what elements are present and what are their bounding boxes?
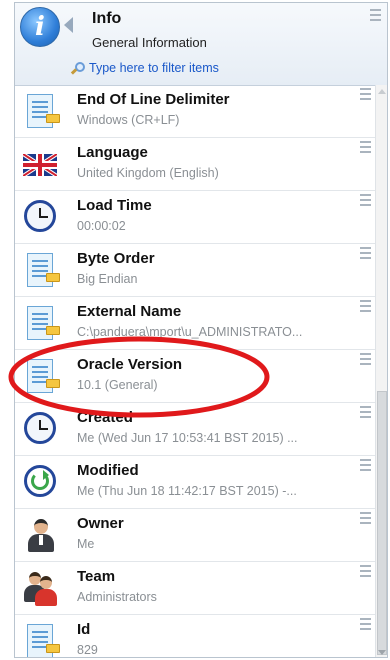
grip-icon[interactable] [360, 88, 371, 103]
scroll-thumb[interactable] [377, 391, 387, 655]
panel-header: i Info General Information Type here to … [15, 3, 387, 86]
item-name: Team [77, 568, 116, 585]
item-name: Owner [77, 515, 124, 532]
list-item[interactable]: Language United Kingdom (English) [15, 138, 375, 191]
grip-icon[interactable] [360, 194, 371, 209]
scroll-down-icon[interactable] [378, 650, 386, 655]
header-grip-icon[interactable] [370, 9, 381, 24]
document-icon [23, 93, 60, 129]
grip-icon[interactable] [360, 300, 371, 315]
document-icon [23, 252, 60, 288]
item-name: Byte Order [77, 250, 155, 267]
grip-icon[interactable] [360, 247, 371, 262]
user-icon [23, 517, 59, 553]
item-value: Me [77, 537, 95, 551]
search-icon [70, 62, 85, 75]
list-item[interactable]: End Of Line Delimiter Windows (CR+LF) [15, 85, 375, 138]
grip-icon[interactable] [360, 353, 371, 368]
grip-icon[interactable] [360, 565, 371, 580]
info-panel: i Info General Information Type here to … [14, 2, 388, 658]
item-value: United Kingdom (English) [77, 166, 219, 180]
panel-title: Info [92, 10, 122, 27]
clock-icon [23, 199, 59, 235]
item-name: End Of Line Delimiter [77, 91, 230, 108]
list-item[interactable]: Modified Me (Thu Jun 18 11:42:17 BST 201… [15, 456, 375, 509]
list-item[interactable]: Id 829 [15, 615, 375, 657]
uk-flag-icon [23, 146, 59, 182]
item-value: Me (Thu Jun 18 11:42:17 BST 2015) -... [77, 484, 297, 498]
team-icon [23, 570, 59, 606]
scroll-up-icon[interactable] [378, 89, 386, 94]
item-value: 00:00:02 [77, 219, 126, 233]
item-value: Me (Wed Jun 17 10:53:41 BST 2015) ... [77, 431, 298, 445]
highlight-ellipse [8, 336, 270, 418]
filter-placeholder: Type here to filter items [89, 61, 219, 75]
item-name: Modified [77, 462, 139, 479]
list-item[interactable]: Owner Me [15, 509, 375, 562]
item-value: Administrators [77, 590, 157, 604]
item-name: Id [77, 621, 91, 638]
grip-icon[interactable] [360, 406, 371, 421]
document-icon [23, 623, 60, 657]
grip-icon[interactable] [360, 512, 371, 527]
grip-icon[interactable] [360, 141, 371, 156]
list-item[interactable]: Byte Order Big Endian [15, 244, 375, 297]
item-value: Windows (CR+LF) [77, 113, 180, 127]
vertical-scrollbar[interactable] [375, 85, 387, 657]
list-item[interactable]: Load Time 00:00:02 [15, 191, 375, 244]
grip-icon[interactable] [360, 618, 371, 633]
item-name: Language [77, 144, 148, 161]
filter-input[interactable]: Type here to filter items [70, 61, 219, 75]
item-name: Load Time [77, 197, 152, 214]
panel-subtitle: General Information [92, 35, 207, 50]
modified-icon [23, 464, 59, 500]
list-item[interactable]: Team Administrators [15, 562, 375, 615]
item-value: Big Endian [77, 272, 138, 286]
info-icon: i [20, 7, 60, 47]
item-name: External Name [77, 303, 182, 320]
item-value: 829 [77, 643, 98, 657]
grip-icon[interactable] [360, 459, 371, 474]
back-arrow-icon[interactable] [64, 17, 73, 33]
